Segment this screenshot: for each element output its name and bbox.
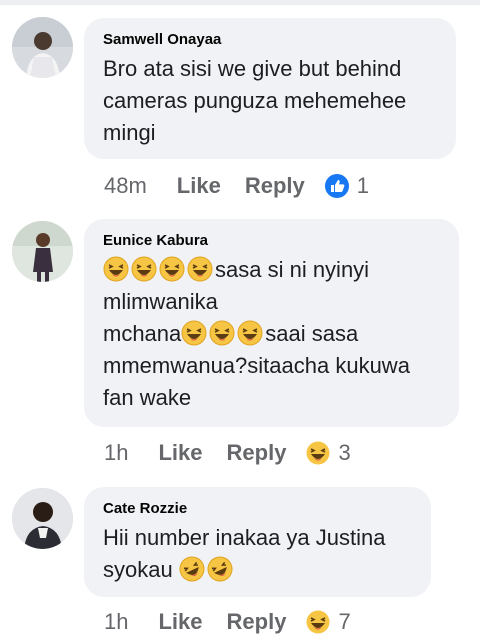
comment-timestamp[interactable]: 1h — [104, 608, 128, 636]
laughing-emoji-icon — [131, 256, 157, 282]
reaction-count[interactable]: 7 — [338, 608, 350, 636]
haha-reaction-icon[interactable] — [306, 441, 330, 465]
like-reaction-icon[interactable] — [324, 174, 349, 198]
comment-actions: 1h Like Reply 7 — [104, 608, 351, 636]
rofl-emoji-icon — [207, 556, 233, 582]
comment-actions: 1h Like Reply 3 — [104, 439, 351, 467]
rofl-emoji-icon — [179, 556, 205, 582]
reaction-count[interactable]: 1 — [357, 172, 369, 200]
laughing-emoji-icon — [159, 256, 185, 282]
haha-reaction-icon[interactable] — [306, 610, 330, 634]
reply-button[interactable]: Reply — [227, 608, 287, 636]
comment-text: sasa si ni nyinyi mlimwanika mchana saai … — [103, 256, 410, 410]
like-button[interactable]: Like — [177, 172, 221, 200]
comment-bubble[interactable]: Eunice Kabura sasa si ni nyinyi mlimwani… — [84, 219, 459, 427]
reply-button[interactable]: Reply — [245, 172, 305, 200]
like-button[interactable]: Like — [158, 608, 202, 636]
comment-text: Hii number inakaa ya Justina syokau — [103, 522, 413, 586]
reaction-count[interactable]: 3 — [338, 439, 350, 467]
comment-actions: 48m Like Reply 1 — [104, 172, 369, 200]
comment-bubble[interactable]: Samwell Onayaa Bro ata sisi we give but … — [84, 18, 456, 159]
avatar[interactable] — [12, 488, 73, 549]
laughing-emoji-icon — [103, 256, 129, 282]
laughing-emoji-icon — [209, 320, 235, 346]
top-divider — [0, 0, 480, 5]
laughing-emoji-icon — [237, 320, 263, 346]
comment-timestamp[interactable]: 1h — [104, 439, 128, 467]
comment-timestamp[interactable]: 48m — [104, 172, 147, 200]
laughing-emoji-icon — [181, 320, 207, 346]
comment-text: Bro ata sisi we give but behind cameras … — [103, 56, 407, 145]
laughing-emoji-icon — [187, 256, 213, 282]
avatar[interactable] — [12, 17, 73, 78]
comment-author[interactable]: Samwell Onayaa — [103, 31, 438, 49]
avatar[interactable] — [12, 221, 73, 282]
comment-author[interactable]: Cate Rozzie — [103, 500, 413, 518]
comment-bubble[interactable]: Cate Rozzie Hii number inakaa ya Justina… — [84, 487, 431, 597]
like-button[interactable]: Like — [158, 439, 202, 467]
reply-button[interactable]: Reply — [227, 439, 287, 467]
comment-author[interactable]: Eunice Kabura — [103, 232, 441, 250]
